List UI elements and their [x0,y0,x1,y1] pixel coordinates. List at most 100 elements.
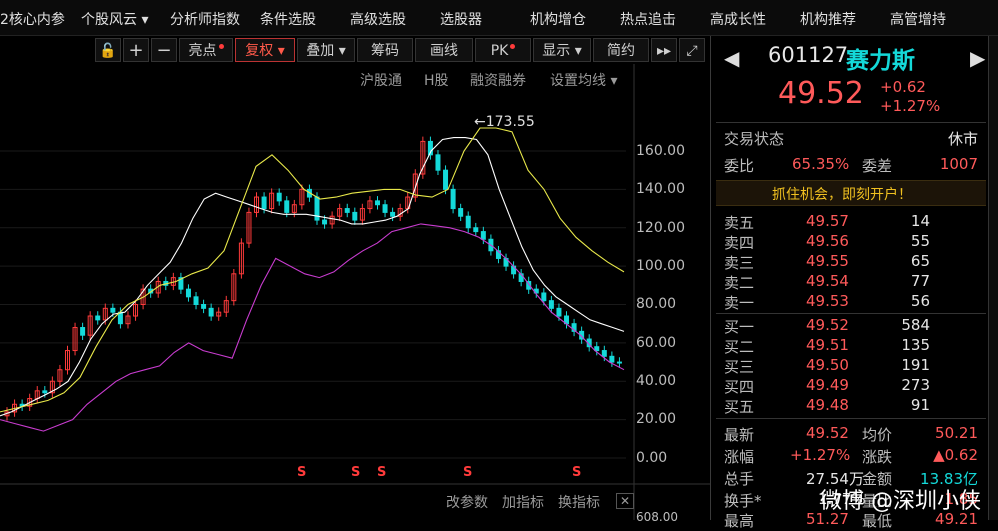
ask-row[interactable]: 卖二 49.54 77 [724,272,986,292]
candle[interactable] [450,188,456,210]
nav-exec-increase[interactable]: 高管增持 [890,9,946,29]
candle[interactable] [541,292,547,302]
candle[interactable] [601,350,607,357]
nav-condition-screener[interactable]: 条件选股 [260,9,316,29]
candle[interactable] [95,315,101,321]
boll-lower-line [0,223,625,432]
next-stock-icon[interactable]: ▶ [970,46,985,70]
nav-core-reference[interactable]: 2核心内参 [0,9,65,29]
bid-row[interactable]: 买五 49.48 91 [724,396,986,416]
panel-divider [710,36,711,520]
candle[interactable] [435,154,441,171]
candle[interactable] [556,307,562,317]
latest-value: 49.52 [806,424,849,442]
candle[interactable] [261,196,267,210]
candle[interactable] [185,288,191,298]
candle[interactable] [42,390,48,394]
candle[interactable] [193,296,199,305]
fast-forward-icon[interactable]: ▸▸ [651,38,677,62]
pk-dot-icon [510,44,516,49]
kline-chart-svg [0,64,710,520]
chips-button[interactable]: 筹码 [357,38,413,62]
close-icon[interactable]: ✕ [616,493,635,509]
candle[interactable] [80,327,86,336]
add-indicator-button[interactable]: 加指标 [502,492,544,512]
ask-row[interactable]: 卖三 49.55 65 [724,252,986,272]
candle[interactable] [465,215,471,229]
change-value: ▲0.62 [933,446,978,464]
ask-row[interactable]: 卖一 49.53 56 [724,292,986,312]
kline-chart[interactable]: 160.00 140.00 120.00 100.00 80.00 60.00 … [0,64,710,524]
signal-marker[interactable]: S [297,465,306,480]
bid-price: 49.48 [806,396,849,414]
divider [716,418,986,419]
display-dropdown[interactable]: 显示 ▾ [533,38,591,62]
zoom-in-button[interactable]: + [123,38,149,62]
pk-button[interactable]: PK [475,38,531,62]
nav-advanced-screener[interactable]: 高级选股 [350,9,406,29]
signal-marker[interactable]: S [463,465,472,480]
open-account-banner[interactable]: 抓住机会，即刻开户！ [716,180,986,206]
trade-status-row: 交易状态 休市 [724,128,986,148]
candle[interactable] [480,231,486,240]
candle[interactable] [284,200,290,213]
nav-stock-news[interactable]: 个股风云 ▾ [81,9,148,29]
bid-label: 买二 [724,338,755,356]
bid-row[interactable]: 买一 49.52 584 [724,316,986,336]
simple-mode-button[interactable]: 简约 [593,38,649,62]
overlay-dropdown[interactable]: 叠加 ▾ [297,38,355,62]
bid-volume: 584 [901,316,930,334]
bid-volume: 91 [910,396,930,414]
divider [716,122,986,123]
nav-analyst-index[interactable]: 分析师指数 [170,9,240,29]
candle[interactable] [374,200,380,206]
signal-marker[interactable]: S [572,465,581,480]
candle[interactable] [390,211,396,217]
nav-stock-picker[interactable]: 选股器 [440,9,482,29]
bid-row[interactable]: 买二 49.51 135 [724,336,986,356]
candle[interactable] [352,211,358,221]
bid-price: 49.52 [806,316,849,334]
y-tick: 60.00 [636,335,677,351]
highlights-button[interactable]: 亮点 [179,38,233,62]
signal-marker[interactable]: S [377,465,386,480]
adjust-rights-dropdown[interactable]: 复权 ▾ [235,38,295,62]
candle[interactable] [276,192,282,202]
candle[interactable] [110,307,116,313]
modify-params-button[interactable]: 改参数 [446,492,488,512]
candle[interactable] [117,311,123,325]
nav-institution-recommend[interactable]: 机构推荐 [800,9,856,29]
ask-price: 49.55 [806,252,849,270]
expand-icon[interactable]: ⤢ [679,38,705,62]
nav-high-growth[interactable]: 高成长性 [710,9,766,29]
candle[interactable] [458,208,464,217]
ask-row[interactable]: 卖四 49.56 55 [724,232,986,252]
candle[interactable] [344,208,350,213]
candle[interactable] [382,204,388,213]
ask-row[interactable]: 卖五 49.57 14 [724,212,986,232]
candle[interactable] [609,355,615,363]
candle[interactable] [443,169,449,190]
y-tick: 140.00 [636,181,685,197]
signal-marker[interactable]: S [351,465,360,480]
switch-indicator-button[interactable]: 换指标 [558,492,600,512]
candle[interactable] [594,346,600,352]
candle[interactable] [473,227,479,233]
total-volume-label: 总手 [724,470,755,488]
candle[interactable] [616,361,622,364]
highlights-label: 亮点 [188,43,217,59]
ask-price: 49.54 [806,272,849,290]
candle[interactable] [201,304,207,309]
prev-stock-icon[interactable]: ◀ [724,46,739,70]
nav-hotspot[interactable]: 热点追击 [620,9,676,29]
candle[interactable] [322,219,328,225]
draw-line-button[interactable]: 画线 [415,38,473,62]
candle[interactable] [208,307,214,317]
zoom-out-button[interactable]: − [151,38,177,62]
candle[interactable] [548,300,554,309]
lock-icon[interactable]: 🔓 [95,38,121,62]
stats-row: 最新 49.52 均价 50.21 [724,424,986,444]
nav-institution-add[interactable]: 机构增仓 [530,9,586,29]
bid-row[interactable]: 买三 49.50 191 [724,356,986,376]
bid-row[interactable]: 买四 49.49 273 [724,376,986,396]
